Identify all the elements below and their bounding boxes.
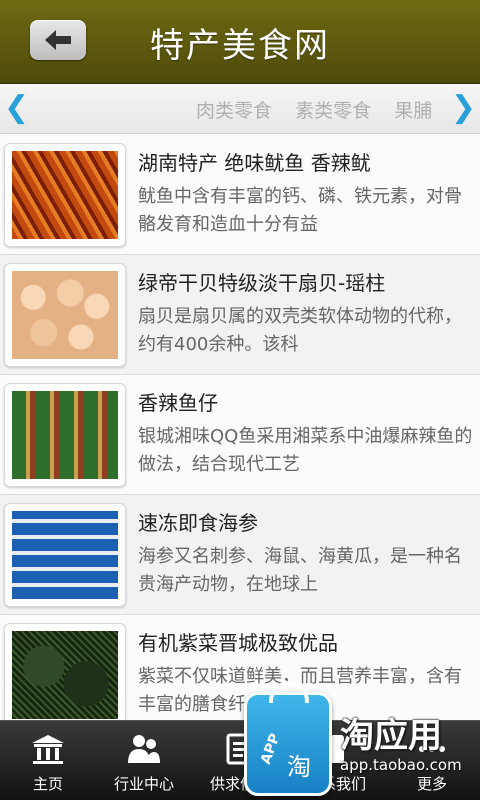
list-item[interactable]: 速冻即食海参 海参又名刺参、海鼠、海黄瓜，是一种名贵海产动物，在地球上 <box>0 495 480 615</box>
scroll-right-icon[interactable]: ❯ <box>451 90 476 125</box>
item-description: 海参又名刺参、海鼠、海黄瓜，是一种名贵海产动物，在地球上 <box>138 546 462 595</box>
item-title: 速冻即食海参 <box>138 511 258 535</box>
nav-label: 行业中心 <box>113 775 174 793</box>
watermark-url: app.taobao.com <box>340 756 462 774</box>
watermark-tao-char: 淘 <box>287 753 311 781</box>
nav-home[interactable]: 主页 <box>0 721 96 800</box>
nav-label: 主页 <box>32 775 63 793</box>
category-tab[interactable]: 素类零食 <box>295 96 371 123</box>
product-list: 湖南特产 绝味鱿鱼 香辣鱿 鱿鱼中含有丰富的钙、磷、铁元素，对骨骼发育和造血十分… <box>0 135 480 720</box>
home-icon <box>32 735 64 764</box>
watermark-title: 淘应用 <box>340 716 442 756</box>
page-title: 特产美食网 <box>150 26 330 66</box>
nav-industry[interactable]: 行业中心 <box>96 721 192 800</box>
category-tab[interactable]: 果脯 <box>394 96 432 123</box>
list-item[interactable]: 绿帝干贝特级淡干扇贝-瑶柱 扇贝是扇贝属的双壳类软体动物的代称，约有400余种。… <box>0 255 480 375</box>
category-scroller: ❮ 肉类零食 素类零食 果脯 ❯ <box>0 84 480 134</box>
app-header: 特产美食网 <box>0 0 480 84</box>
item-description: 鱿鱼中含有丰富的钙、磷、铁元素，对骨骼发育和造血十分有益 <box>138 186 462 235</box>
item-title: 湖南特产 绝味鱿鱼 香辣鱿 <box>138 151 371 175</box>
list-item[interactable]: 湖南特产 绝味鱿鱼 香辣鱿 鱿鱼中含有丰富的钙、磷、铁元素，对骨骼发育和造血十分… <box>0 135 480 255</box>
taobao-watermark: APP 淘 淘应用 app.taobao.com <box>240 681 480 800</box>
category-tab[interactable]: 肉类零食 <box>196 96 272 123</box>
people-icon <box>128 735 160 763</box>
item-title: 绿帝干贝特级淡干扇贝-瑶柱 <box>138 271 386 295</box>
shopping-bag-icon: APP 淘 <box>244 681 332 796</box>
product-thumbnail <box>4 263 126 367</box>
list-item[interactable]: 香辣鱼仔 银城湘味QQ鱼采用湘菜系中油爆麻辣鱼的做法，结合现代工艺 <box>0 375 480 495</box>
product-thumbnail <box>4 383 126 487</box>
product-thumbnail <box>4 623 126 720</box>
item-description: 银城湘味QQ鱼采用湘菜系中油爆麻辣鱼的做法，结合现代工艺 <box>138 426 473 475</box>
item-description: 扇贝是扇贝属的双壳类软体动物的代称，约有400余种。该科 <box>138 306 462 355</box>
item-title: 香辣鱼仔 <box>138 391 218 415</box>
scroll-left-icon[interactable]: ❮ <box>4 90 29 125</box>
item-title: 有机紫菜晋城极致优品 <box>138 631 338 655</box>
watermark-app-badge: APP <box>257 731 284 767</box>
product-thumbnail <box>4 143 126 247</box>
product-thumbnail <box>4 503 126 607</box>
